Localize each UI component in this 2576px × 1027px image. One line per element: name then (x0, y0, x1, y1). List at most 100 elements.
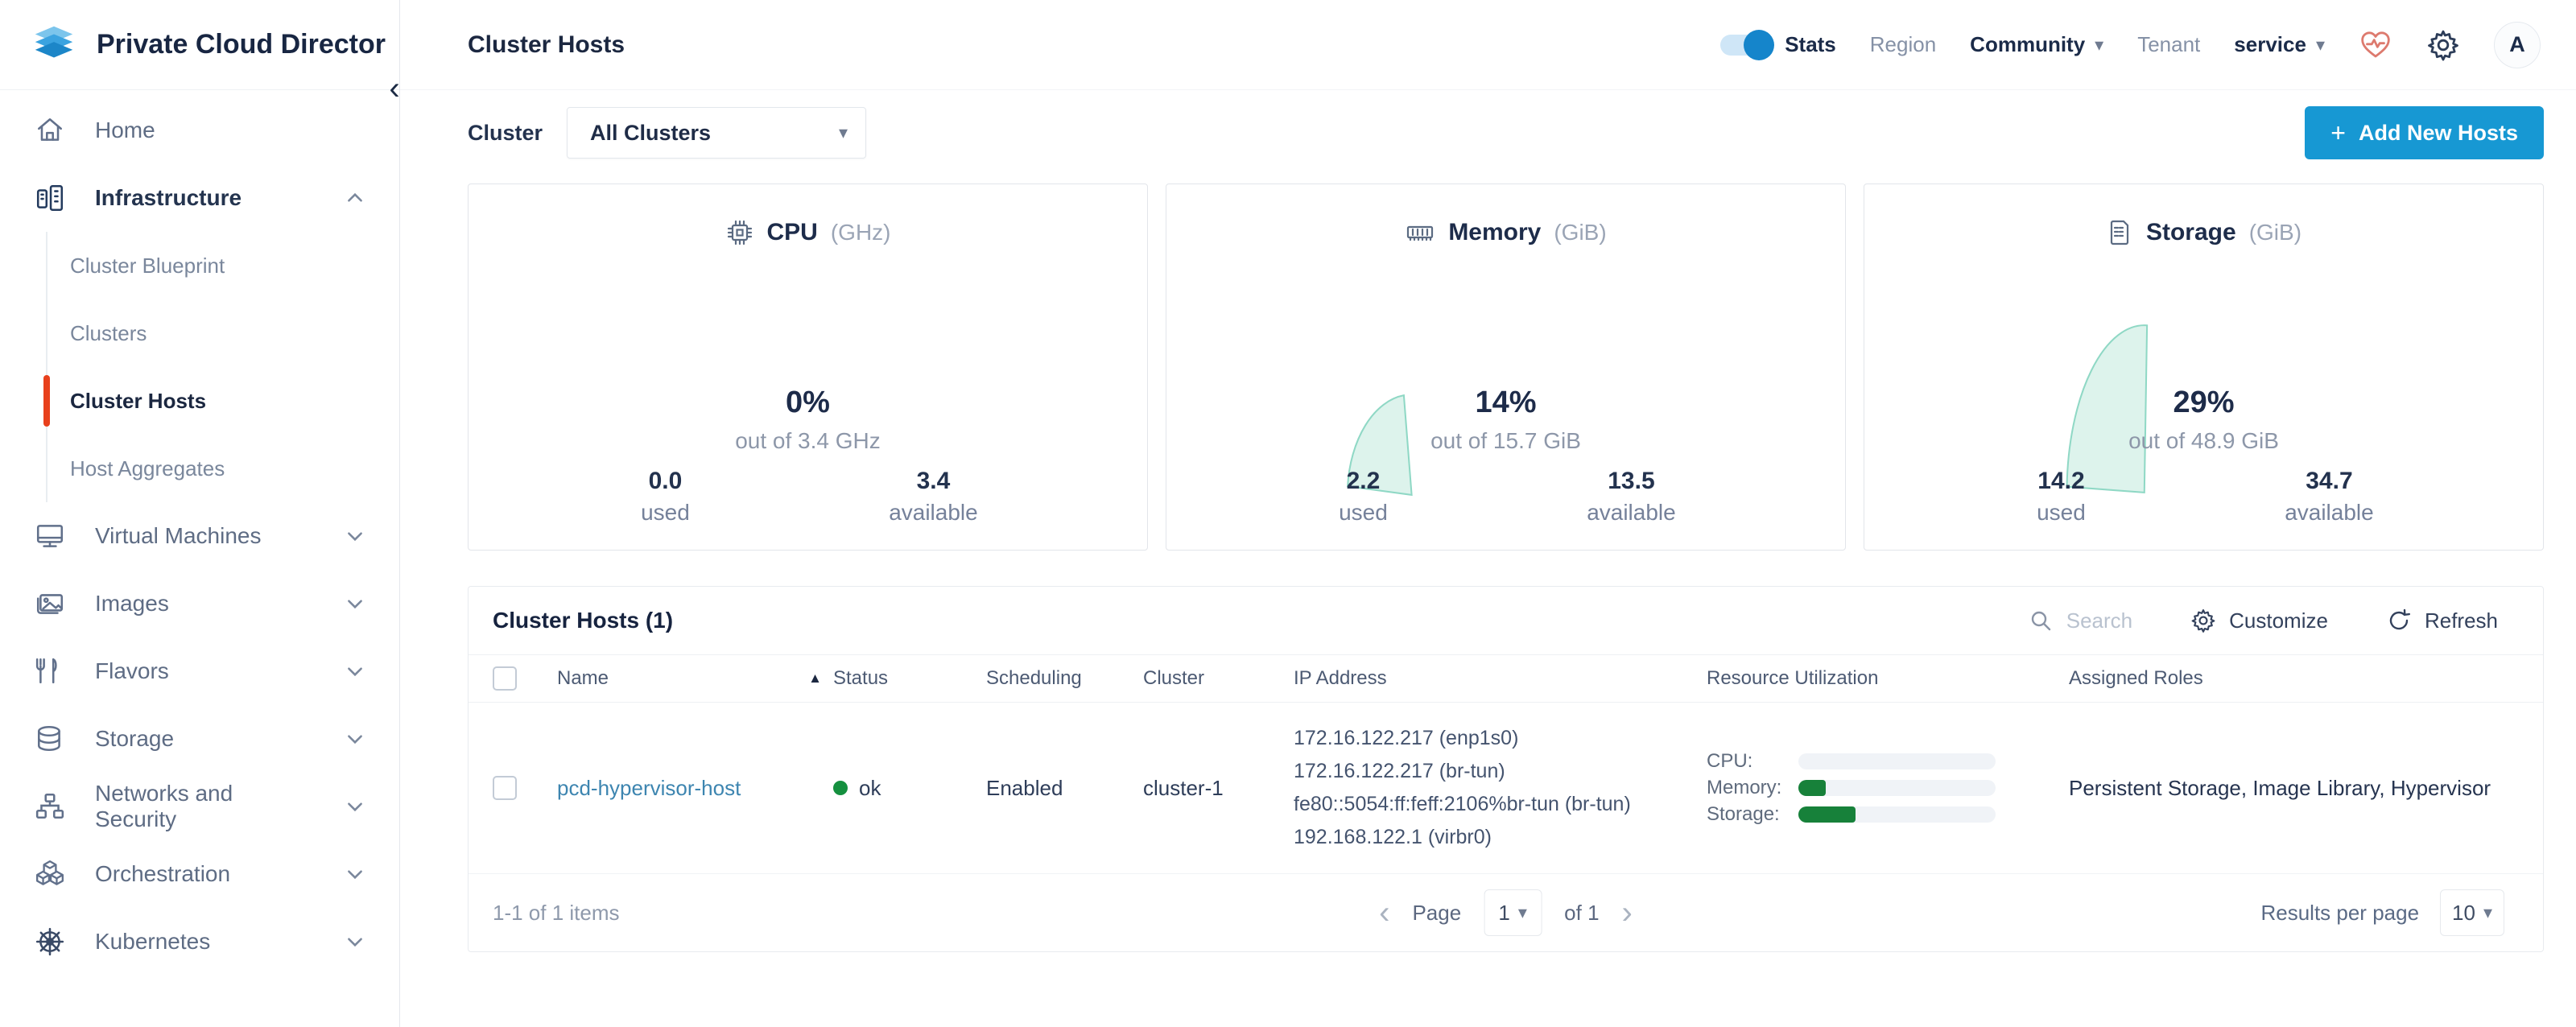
table-header-row: Name ▲ Status Scheduling Cluster IP Addr… (469, 654, 2543, 703)
topbar: Cluster Hosts Stats Region Community ▾ T… (400, 0, 2576, 90)
refresh-label: Refresh (2425, 608, 2498, 633)
caret-down-icon: ▾ (2316, 36, 2325, 54)
select-all-checkbox[interactable] (493, 666, 517, 691)
column-header-name[interactable]: Name (557, 667, 609, 690)
infrastructure-icon (32, 182, 68, 214)
sidebar-item-label: Infrastructure (95, 185, 242, 211)
database-icon (32, 723, 68, 755)
page-label: Page (1412, 901, 1461, 926)
chevron-left-icon: ‹ (389, 71, 399, 106)
search-icon (2028, 608, 2054, 633)
results-per-page-value: 10 (2452, 901, 2475, 926)
chevron-right-icon: › (1622, 895, 1633, 930)
infrastructure-submenu: Cluster Blueprint Clusters Cluster Hosts… (46, 232, 399, 502)
column-header-resource-utilization[interactable]: Resource Utilization (1707, 667, 2069, 690)
fork-knife-icon (32, 655, 68, 687)
table-title-bar: Cluster Hosts (1) Search (469, 587, 2543, 654)
sidebar-item-flavors[interactable]: Flavors (0, 637, 399, 705)
memory-capacity-text: out of 15.7 GiB (1166, 428, 1845, 454)
pagination-summary: 1-1 of 1 items (493, 901, 620, 926)
sidebar-item-home[interactable]: Home (0, 97, 399, 164)
sidebar-item-networks-and-security[interactable]: Networks and Security (0, 773, 399, 840)
stat-cards: CPU (GHz) 0% out of 3.4 GHz 0.0 used 3.4… (468, 184, 2544, 551)
add-new-hosts-button[interactable]: + Add New Hosts (2305, 106, 2544, 159)
chevron-left-icon: ‹ (1379, 895, 1389, 930)
sidebar-item-kubernetes[interactable]: Kubernetes (0, 908, 399, 975)
storage-disk-icon (2106, 218, 2133, 247)
storage-available-label: available (2240, 500, 2417, 526)
memory-ram-icon (1405, 218, 1435, 247)
chevron-down-icon (345, 593, 365, 614)
cluster-filter-select[interactable]: All Clusters ▾ (567, 107, 866, 159)
page-of-label: of 1 (1564, 901, 1599, 926)
avatar-initial: A (2509, 32, 2525, 57)
cubes-icon (32, 858, 68, 890)
tenant-label: Tenant (2137, 32, 2200, 57)
sidebar-subitem-clusters[interactable]: Clusters (47, 299, 399, 367)
region-dropdown[interactable]: Community ▾ (1970, 32, 2103, 57)
sidebar-item-infrastructure[interactable]: Infrastructure (0, 164, 399, 232)
table-search[interactable]: Search (2028, 608, 2132, 633)
ip-line: 192.168.122.1 (virbr0) (1294, 821, 1707, 854)
card-title: CPU (767, 219, 818, 246)
status-text: ok (859, 776, 881, 801)
sidebar-item-images[interactable]: Images (0, 570, 399, 637)
previous-page-button[interactable]: ‹ (1379, 897, 1389, 929)
brand-title: Private Cloud Director (97, 29, 386, 60)
refresh-button[interactable]: Refresh (2386, 608, 2498, 633)
pagination-bar: 1-1 of 1 items ‹ Page 1 ▾ of 1 › Results… (469, 874, 2543, 951)
brand-logo-icon (29, 24, 79, 66)
host-name-link[interactable]: pcd-hypervisor-host (557, 776, 741, 800)
sidebar-nav: Home Infrastructure Cluster Bluepri (0, 90, 399, 975)
sidebar-item-label: Home (95, 118, 155, 143)
column-header-ip-address[interactable]: IP Address (1294, 667, 1707, 690)
ip-line: 172.16.122.217 (br-tun) (1294, 755, 1707, 788)
sidebar-subitem-host-aggregates[interactable]: Host Aggregates (47, 435, 399, 502)
card-title: Storage (2146, 219, 2236, 246)
stats-toggle[interactable] (1720, 35, 1772, 56)
table-row: pcd-hypervisor-host ok Enabled cluster-1… (469, 703, 2543, 874)
stats-toggle-label: Stats (1785, 32, 1836, 57)
settings-gear-icon[interactable] (2426, 28, 2460, 62)
results-per-page-select[interactable]: 10 ▾ (2440, 889, 2504, 936)
page-select[interactable]: 1 ▾ (1484, 889, 1542, 936)
user-avatar[interactable]: A (2494, 22, 2541, 68)
sidebar-item-virtual-machines[interactable]: Virtual Machines (0, 502, 399, 570)
sidebar-subitem-cluster-hosts[interactable]: Cluster Hosts (47, 367, 399, 435)
sort-ascending-icon[interactable]: ▲ (808, 670, 822, 687)
table-title: Cluster Hosts (1) (493, 608, 673, 633)
ip-line: fe80::5054:ff:feff:2106%br-tun (br-tun) (1294, 788, 1707, 821)
page-title: Cluster Hosts (468, 31, 625, 59)
sidebar-item-label: Networks and Security (95, 781, 317, 832)
column-header-scheduling[interactable]: Scheduling (986, 667, 1143, 690)
memory-utilization-bar (1798, 780, 1996, 796)
content: Cluster All Clusters ▾ + Add New Hosts (400, 90, 2576, 952)
cpu-available-value: 3.4 (844, 468, 1022, 495)
row-checkbox[interactable] (493, 776, 517, 800)
util-storage-label: Storage: (1707, 803, 1798, 826)
cpu-used-value: 0.0 (576, 468, 753, 495)
sidebar-subitem-cluster-blueprint[interactable]: Cluster Blueprint (47, 232, 399, 299)
next-page-button[interactable]: › (1622, 897, 1633, 929)
gear-icon (2190, 608, 2216, 633)
caret-down-icon: ▾ (2095, 36, 2103, 54)
column-header-cluster[interactable]: Cluster (1143, 667, 1294, 690)
sidebar-collapse-button[interactable]: ‹ (378, 71, 411, 106)
resource-utilization-cell: CPU: Memory: Storage: (1707, 746, 2069, 830)
sidebar-item-storage[interactable]: Storage (0, 705, 399, 773)
column-header-status[interactable]: Status (833, 667, 986, 690)
storage-used-label: used (1972, 500, 2149, 526)
table-toolbar: Search Customize (2028, 608, 2498, 633)
column-header-assigned-roles[interactable]: Assigned Roles (2069, 667, 2543, 690)
memory-available-value: 13.5 (1542, 468, 1719, 495)
tenant-dropdown[interactable]: service ▾ (2234, 32, 2325, 57)
cluster-filter-value: All Clusters (590, 121, 711, 146)
card-unit: (GiB) (1554, 220, 1606, 245)
health-heart-pulse-icon[interactable] (2359, 28, 2392, 62)
memory-used-label: used (1274, 500, 1451, 526)
customize-button[interactable]: Customize (2190, 608, 2328, 633)
monitor-icon (32, 520, 68, 552)
stats-toggle-knob (1744, 30, 1774, 60)
sidebar: Private Cloud Director ‹ Home (0, 0, 400, 1027)
sidebar-item-orchestration[interactable]: Orchestration (0, 840, 399, 908)
